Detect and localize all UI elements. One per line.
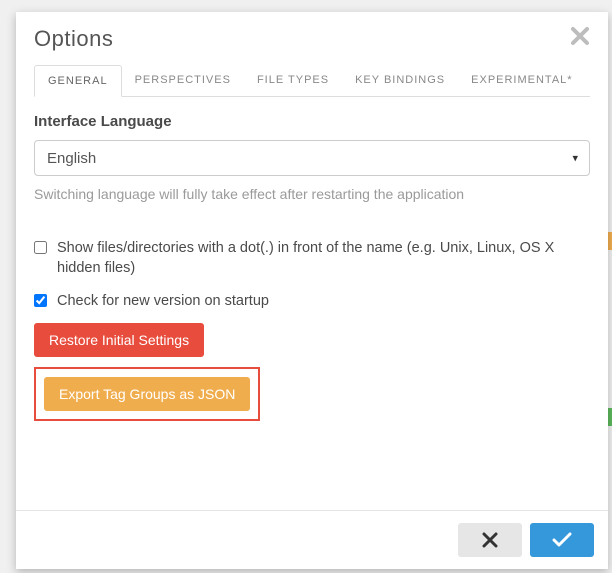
export-tag-groups-button[interactable]: Export Tag Groups as JSON — [44, 377, 250, 411]
check-icon — [552, 532, 572, 548]
show-hidden-checkbox[interactable] — [34, 241, 47, 254]
tab-file-types[interactable]: FILE TYPES — [244, 65, 342, 97]
confirm-button[interactable] — [530, 523, 594, 557]
language-label: Interface Language — [34, 113, 590, 130]
close-icon — [482, 532, 498, 548]
dialog-footer — [16, 510, 608, 569]
tab-key-bindings[interactable]: KEY BINDINGS — [342, 65, 458, 97]
check-update-checkbox[interactable] — [34, 294, 47, 307]
tab-panel-general: Interface Language English Switching lan… — [16, 97, 608, 510]
tab-perspectives[interactable]: PERSPECTIVES — [122, 65, 244, 97]
tab-bar: GENERAL PERSPECTIVES FILE TYPES KEY BIND… — [34, 64, 590, 97]
check-update-label: Check for new version on startup — [57, 291, 269, 311]
show-hidden-row[interactable]: Show files/directories with a dot(.) in … — [34, 238, 590, 279]
dialog-title: Options — [34, 26, 113, 52]
tab-general[interactable]: GENERAL — [34, 65, 122, 97]
language-help-text: Switching language will fully take effec… — [34, 186, 590, 202]
cancel-button[interactable] — [458, 523, 522, 557]
close-icon[interactable] — [570, 26, 590, 46]
check-update-row[interactable]: Check for new version on startup — [34, 291, 590, 311]
language-select[interactable]: English — [34, 140, 590, 176]
show-hidden-label: Show files/directories with a dot(.) in … — [57, 238, 590, 279]
options-dialog: Options GENERAL PERSPECTIVES FILE TYPES … — [16, 12, 608, 569]
export-highlight-box: Export Tag Groups as JSON — [34, 367, 260, 421]
restore-settings-button[interactable]: Restore Initial Settings — [34, 323, 204, 357]
tab-experimental[interactable]: EXPERIMENTAL* — [458, 65, 585, 97]
